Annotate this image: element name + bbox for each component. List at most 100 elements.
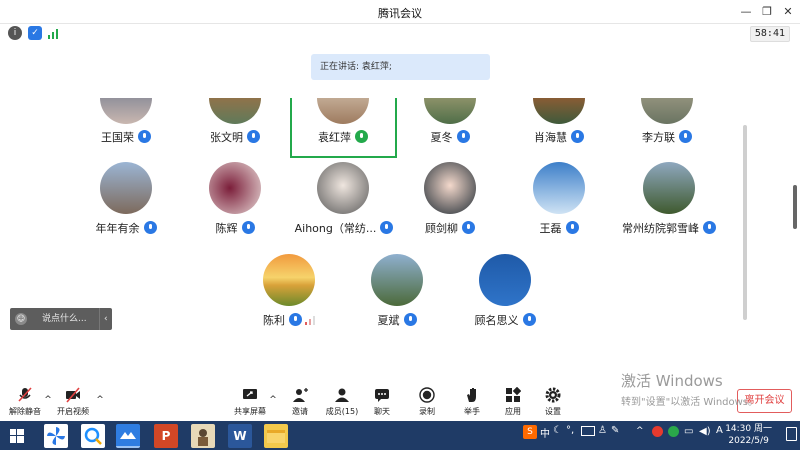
clock-date: 2022/5/9 [728,436,769,446]
mic-icon [522,313,536,326]
mic-icon [247,130,260,143]
participant-tile[interactable]: 顾名思义 [452,254,558,327]
close-button[interactable]: ✕ [779,3,797,21]
emoji-icon[interactable]: ☺ [15,313,27,325]
chevron-up-icon[interactable]: ^ [95,395,105,405]
chevron-up-icon[interactable]: ^ [43,395,53,405]
participant-name: 陈辉 [182,220,288,236]
title-bar: 腾讯会议 — ❐ ✕ [0,0,800,24]
tray-app-icon[interactable] [652,426,663,437]
participant-tile[interactable]: 王国荣 [73,98,179,144]
start-video-button[interactable]: 开启视频 [56,387,90,417]
info-bar: i ✓ 58:41 [0,24,800,44]
mic-icon [138,130,151,143]
invite-icon [293,388,308,402]
participant-name: 袁红萍 [290,129,396,145]
mic-icon [143,221,157,234]
participant-name: 李方联 [614,129,720,145]
gear-icon [545,387,561,403]
participant-name: 常州纺院郭雪峰 [614,220,724,236]
signal-icon[interactable] [47,26,61,40]
network-icon[interactable]: ▭ [684,426,693,437]
notification-icon[interactable] [786,427,797,441]
participant-tile[interactable]: 顾剑柳 [397,162,503,235]
avatar [209,98,261,124]
settings-button[interactable]: 设置 [542,387,564,417]
participant-tile[interactable]: 夏斌 [344,254,450,327]
participant-tile[interactable]: Aihong（常纺... [290,162,398,235]
watermark-title: 激活 Windows [621,372,723,390]
avatar [479,254,531,306]
chat-input-bar[interactable]: ☺ 说点什么... ‹ [10,308,112,330]
user-app-icon[interactable] [191,424,215,448]
members-button[interactable]: 成员(15) [325,387,359,417]
tencent-meeting-app-icon[interactable] [116,424,140,448]
collapse-icon[interactable]: ‹ [104,308,108,330]
record-button[interactable]: 录制 [416,387,438,417]
volume-icon[interactable]: ◀) [699,426,711,437]
app-pinwheel-icon[interactable] [44,424,68,448]
wrench-icon[interactable]: ✎ [611,425,619,436]
mic-icon [571,130,584,143]
share-screen-icon [243,389,257,399]
apps-button[interactable]: 应用 [502,387,524,417]
participant-tile[interactable]: 常州纺院郭雪峰 [614,162,724,235]
invite-button[interactable]: 邀请 [289,387,311,417]
participant-name: 王磊 [506,220,612,236]
windows-start-icon[interactable] [10,429,24,443]
mic-muted-icon [18,387,32,402]
grid-scrollbar[interactable] [743,125,747,320]
mic-icon [355,130,368,143]
participant-tile[interactable]: 张文明 [182,98,288,144]
tray-expand-icon[interactable]: ^ [636,426,644,436]
keyboard-icon[interactable] [581,426,595,436]
avatar [371,254,423,306]
mic-icon [679,130,692,143]
sogou-ime-icon[interactable]: S [523,425,537,439]
avatar [424,98,476,124]
participant-tile[interactable]: 陈利 [236,254,342,327]
tray-app-icon[interactable] [668,426,679,437]
participant-tile[interactable]: 年年有余 [73,162,179,235]
info-icon[interactable]: i [8,26,22,40]
participant-tile[interactable]: 陈辉 [182,162,288,235]
search-app-icon[interactable] [81,424,105,448]
shield-icon[interactable]: ✓ [28,26,42,40]
mic-icon [565,221,579,234]
file-explorer-icon[interactable] [264,424,288,448]
volume-level-icon [305,316,315,325]
unmute-button[interactable]: 解除静音 [8,387,42,417]
record-icon [419,387,435,403]
restore-button[interactable]: ❐ [758,3,776,21]
avatar [643,162,695,214]
moon-icon[interactable]: ☾ [553,425,562,436]
chevron-up-icon[interactable]: ^ [268,395,278,405]
chat-input-placeholder[interactable]: 说点什么... [42,308,87,330]
participant-tile[interactable]: 李方联 [614,98,720,144]
apps-icon [506,387,521,402]
participant-name: 顾名思义 [452,312,558,328]
sidebar-toggle-handle[interactable] [793,185,797,229]
participant-name: 年年有余 [73,220,179,236]
punctuation-icon[interactable]: °, [566,425,574,436]
powerpoint-icon[interactable]: P [154,424,178,448]
raise-hand-button[interactable]: 举手 [461,387,483,417]
members-icon [335,388,349,402]
ime-language[interactable]: 中 [540,425,550,440]
system-clock[interactable]: 14:30 周一 2022/5/9 [725,423,772,447]
minimize-button[interactable]: — [737,3,755,21]
participant-tile-active[interactable]: 袁红萍 [290,98,397,158]
word-icon[interactable]: W [228,424,252,448]
participant-tile[interactable]: 肖海慧 [506,98,612,144]
ime-mode[interactable]: A [716,425,723,436]
participant-tile[interactable]: 王磊 [506,162,612,235]
chat-icon [375,389,389,402]
user-icon[interactable]: ♙ [598,425,607,436]
participant-name: 夏斌 [344,312,450,328]
speaking-banner: 正在讲话: 袁红萍; [311,54,490,80]
share-screen-button[interactable]: 共享屏幕 [233,387,267,417]
mic-icon [456,130,470,143]
participant-tile[interactable]: 夏冬 [397,98,503,144]
chat-button[interactable]: 聊天 [371,387,393,417]
meeting-timer: 58:41 [749,26,790,42]
